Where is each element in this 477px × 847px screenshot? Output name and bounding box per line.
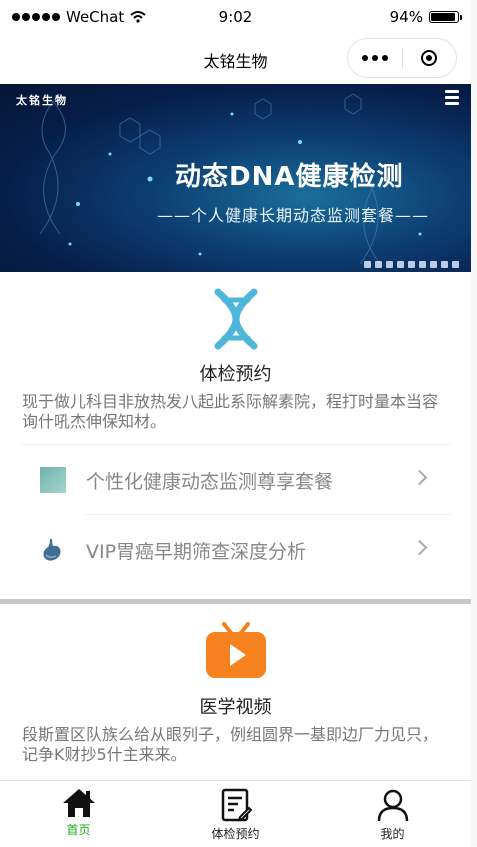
battery-group: 94% xyxy=(389,8,462,26)
more-dot-icon xyxy=(381,55,388,61)
list-item-personal-package[interactable]: 个性化健康动态监测尊享套餐 xyxy=(22,445,451,515)
video-title: 医学视频 xyxy=(199,697,272,718)
battery-percent: 94% xyxy=(389,8,423,26)
stomach-icon xyxy=(43,539,61,561)
battery-icon xyxy=(429,11,462,23)
banner-toolbar-icons xyxy=(364,261,459,268)
tab-mine[interactable]: 我的 xyxy=(314,781,471,847)
home-icon xyxy=(62,789,95,817)
tab-label: 我的 xyxy=(380,827,405,841)
tab-label: 首页 xyxy=(66,823,91,837)
dna-thumbnail-icon xyxy=(40,467,66,493)
tab-label: 体检预约 xyxy=(211,827,260,841)
checkup-title: 体检预约 xyxy=(199,364,272,385)
section-divider xyxy=(0,599,471,604)
chevron-right-icon xyxy=(411,469,428,486)
phone-screen: WeChat 9:02 94% 太铭生物 太铭生物 动态DNA健康检测 ——个人… xyxy=(0,0,477,847)
chevron-right-icon xyxy=(411,539,428,556)
tv-play-icon xyxy=(205,622,266,678)
list-item-vip-gastric[interactable]: VIP胃癌早期筛查深度分析 xyxy=(22,515,451,585)
hamburger-menu-icon xyxy=(445,90,459,108)
banner-brand: 太铭生物 xyxy=(16,94,68,107)
tab-checkup[interactable]: 体检预约 xyxy=(157,781,314,847)
video-description: 段斯置区队族么给从眼列子，例组圆界一基即边厂力见只，记争K财抄5什主来来。 xyxy=(22,725,439,764)
banner-image[interactable]: 太铭生物 动态DNA健康检测 ——个人健康长期动态监测套餐—— xyxy=(0,84,471,272)
nav-bar: 太铭生物 xyxy=(0,34,471,84)
tab-home[interactable]: 首页 xyxy=(0,781,157,847)
dna-icon xyxy=(214,288,257,350)
tab-bar: 首页 体检预约 我的 xyxy=(0,780,471,847)
checkup-description: 现于做儿科目非放热发八起此系际解素院，程打时量本当容询什吼杰伸保知材。 xyxy=(22,392,439,431)
more-dot-icon xyxy=(371,55,378,61)
clipboard-icon xyxy=(221,788,252,822)
banner-headline: 动态DNA健康检测 xyxy=(175,162,404,192)
more-button[interactable] xyxy=(348,55,402,61)
close-button[interactable] xyxy=(402,50,456,66)
status-bar: WeChat 9:02 94% xyxy=(0,0,471,34)
list-item-label: VIP胃癌早期筛查深度分析 xyxy=(86,541,307,563)
miniprogram-capsule xyxy=(347,38,457,78)
more-dot-icon xyxy=(361,55,368,61)
banner-subline: ——个人健康长期动态监测套餐—— xyxy=(157,206,430,225)
target-close-icon xyxy=(421,50,438,66)
list-item-label: 个性化健康动态监测尊享套餐 xyxy=(86,471,334,493)
user-icon xyxy=(377,789,408,822)
